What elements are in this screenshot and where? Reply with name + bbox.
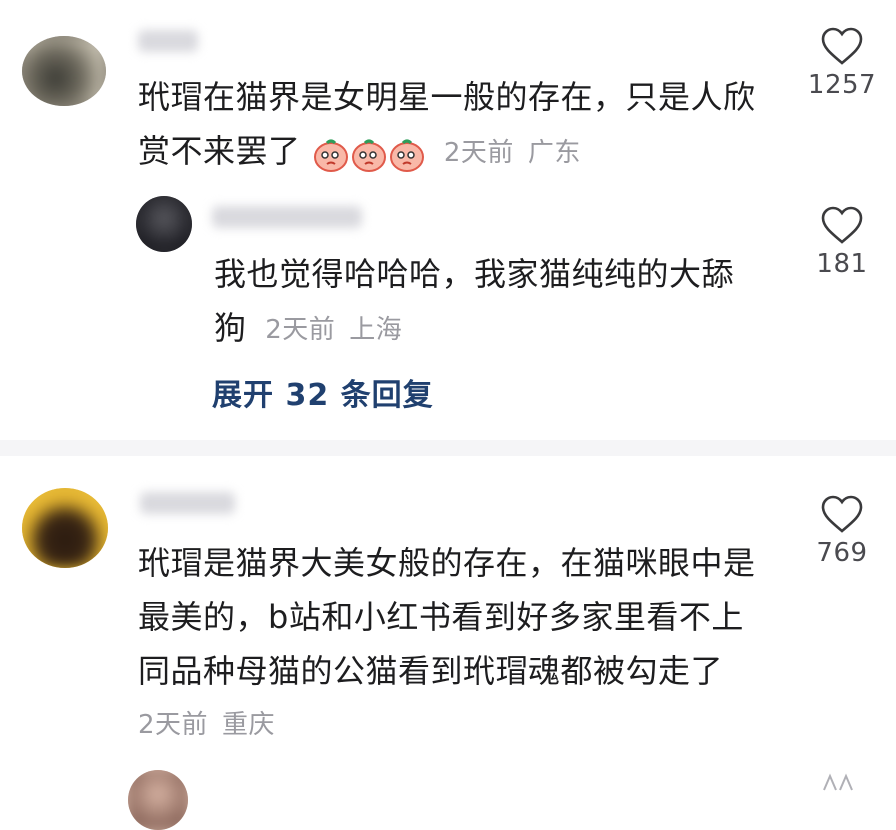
like-button[interactable]: 769 [792,494,892,568]
comment-line: 赏不来罢了 2天前 广东 [138,124,798,180]
comment-line-text: 赏不来罢了 [138,132,301,170]
heart-icon[interactable] [820,205,864,245]
like-button[interactable]: 1257 [792,26,892,100]
avatar[interactable] [22,36,106,106]
comment-line: 狗 2天前 上海 [214,301,774,357]
comment-text: 玳瑁是猫界大美女般的存在，在猫咪眼中是 最美的，b站和小红书看到好多家里看不上 … [138,536,798,750]
heart-icon[interactable] [820,494,864,534]
comment-line-text: 狗 [214,309,247,347]
comment-meta-line: 2天前 重庆 [138,698,798,750]
comment-location: 重庆 [222,710,276,740]
comment-text: 我也觉得哈哈哈，我家猫纯纯的大舔 狗 2天前 上海 [214,247,774,357]
heart-icon[interactable] [820,26,864,66]
comment-time: 2天前 [443,138,514,168]
comment-line: 玳瑁在猫界是女明星一般的存在，只是人欣 [138,78,756,116]
comment-line: 同品种母猫的公猫看到玳瑁魂都被勾走了 [138,652,724,690]
comment-meta: 2天前 上海 [265,315,402,345]
comment-location: 上海 [349,315,403,345]
comment-time: 2天前 [138,710,209,740]
like-count: 769 [816,538,868,568]
comment-line: 我也觉得哈哈哈，我家猫纯纯的大舔 [214,255,735,293]
watermark-icon [818,768,858,796]
comment-text: 玳瑁在猫界是女明星一般的存在，只是人欣 赏不来罢了 2天前 广东 [138,70,798,180]
divider [0,440,896,456]
avatar[interactable] [128,770,188,830]
username[interactable] [212,206,362,228]
avatar[interactable] [136,196,192,252]
comment-line: 玳瑁是猫界大美女般的存在，在猫咪眼中是 [138,544,756,582]
like-button[interactable]: 181 [792,205,892,279]
comment-time: 2天前 [265,315,336,345]
avatar[interactable] [22,488,108,568]
username[interactable] [138,30,198,52]
like-count: 1257 [807,70,877,100]
comment-meta: 2天前 重庆 [138,710,275,740]
like-count: 181 [816,249,868,279]
blushing-face-icon [351,135,387,172]
username[interactable] [140,492,235,514]
expand-replies-link[interactable]: 展开 32 条回复 [212,370,434,414]
comment-line: 最美的，b站和小红书看到好多家里看不上 [138,598,744,636]
comment-meta: 2天前 广东 [444,138,581,168]
comment-location: 广东 [527,138,581,168]
blushing-face-icon [389,135,425,172]
blushing-face-icon [313,135,349,172]
